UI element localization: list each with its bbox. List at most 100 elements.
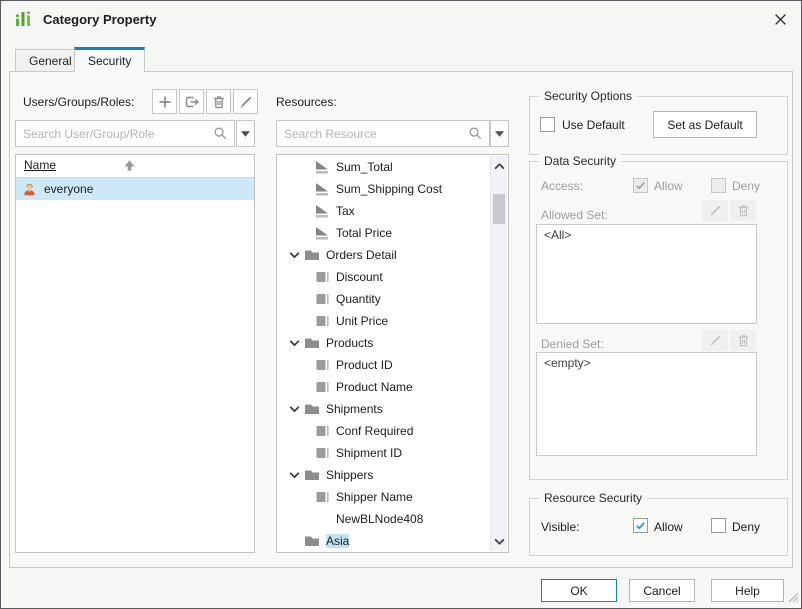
- user-icon: [22, 182, 37, 197]
- chevron-down-icon: [289, 470, 300, 481]
- tree-item-label: Shipment ID: [336, 446, 402, 460]
- chevron-down-icon[interactable]: [288, 470, 300, 481]
- column-icon: [314, 379, 330, 395]
- folder-icon: [304, 401, 320, 417]
- tree-item-label: Shippers: [326, 468, 373, 482]
- help-button[interactable]: Help: [711, 579, 784, 602]
- visible-deny-label: Deny: [732, 520, 760, 534]
- pencil-icon: [708, 333, 723, 348]
- denied-set-label: Denied Set:: [541, 337, 604, 351]
- user-row[interactable]: everyone: [16, 178, 254, 200]
- sort-ascending-icon[interactable]: [123, 159, 136, 175]
- close-icon[interactable]: [770, 10, 790, 28]
- users-list-rows: everyone: [16, 178, 254, 200]
- chevron-down-icon[interactable]: [288, 250, 300, 261]
- chevron-down-icon[interactable]: [288, 338, 300, 349]
- visible-label: Visible:: [541, 520, 579, 534]
- visible-deny-checkbox[interactable]: [711, 518, 726, 533]
- resources-label: Resources:: [276, 95, 337, 109]
- edit-user-button[interactable]: [233, 89, 258, 114]
- denied-set-box[interactable]: <empty>: [536, 352, 757, 456]
- access-deny-checkbox[interactable]: [711, 178, 726, 193]
- column-icon: [314, 445, 330, 461]
- caret-down-icon: [241, 131, 250, 137]
- tree-item[interactable]: Shipper Name: [278, 486, 490, 508]
- summary-icon: [314, 181, 330, 197]
- summary-icon: [314, 159, 330, 175]
- access-allow-checkbox[interactable]: [633, 178, 648, 193]
- name-column-header[interactable]: Name: [24, 158, 56, 172]
- pencil-icon: [708, 203, 723, 218]
- tree-item[interactable]: Tax: [278, 200, 490, 222]
- caret-down-icon: [495, 131, 504, 137]
- allowed-set-delete-button[interactable]: [730, 200, 756, 221]
- resource-search-box: [276, 120, 490, 147]
- tree-item[interactable]: Discount: [278, 266, 490, 288]
- resize-grip[interactable]: [787, 591, 799, 606]
- scroll-up-icon[interactable]: [491, 158, 507, 174]
- tab-security-label: Security: [88, 54, 131, 68]
- scroll-down-icon[interactable]: [491, 533, 507, 549]
- scrollbar-thumb[interactable]: [493, 194, 505, 224]
- delete-user-button[interactable]: [206, 89, 231, 114]
- tree-item[interactable]: Unit Price: [278, 310, 490, 332]
- check-icon: [635, 520, 646, 531]
- tree-item[interactable]: Product ID: [278, 354, 490, 376]
- denied-set-edit-button[interactable]: [702, 330, 728, 351]
- resource-search-dropdown-button[interactable]: [490, 120, 509, 147]
- denied-set-delete-button[interactable]: [730, 330, 756, 351]
- resource-search-input[interactable]: [277, 127, 468, 141]
- user-search-dropdown-button[interactable]: [236, 120, 255, 147]
- tree-scrollbar[interactable]: [490, 156, 507, 551]
- tree-item-label: Discount: [336, 270, 383, 284]
- tree-item[interactable]: Shippers: [278, 464, 490, 486]
- column-icon: [314, 489, 330, 505]
- tree-item[interactable]: Sum_Total: [278, 156, 490, 178]
- sum-icon: [314, 159, 330, 175]
- tree-item[interactable]: Orders Detail: [278, 244, 490, 266]
- tree-item[interactable]: Shipments: [278, 398, 490, 420]
- column-icon: [314, 313, 330, 329]
- tree-item[interactable]: Shipment ID: [278, 442, 490, 464]
- tab-general-label: General: [29, 54, 72, 68]
- use-default-checkbox[interactable]: [540, 117, 555, 132]
- check-icon: [635, 180, 646, 191]
- export-user-button[interactable]: [179, 89, 204, 114]
- visible-allow-checkbox[interactable]: [633, 518, 648, 533]
- tree-item[interactable]: Conf Required: [278, 420, 490, 442]
- tree-item[interactable]: Total Price: [278, 222, 490, 244]
- ok-button[interactable]: OK: [541, 579, 617, 602]
- user-icon: [22, 182, 37, 197]
- folder-icon: [304, 335, 320, 351]
- data-security-title: Data Security: [539, 154, 621, 168]
- visible-allow-label: Allow: [654, 520, 683, 534]
- tab-security[interactable]: Security: [74, 47, 145, 72]
- tree-item[interactable]: Sum_Shipping Cost: [278, 178, 490, 200]
- set-as-default-button[interactable]: Set as Default: [653, 111, 757, 138]
- user-search-input[interactable]: [16, 127, 213, 141]
- chevron-down-icon[interactable]: [288, 404, 300, 415]
- folder-icon: [304, 335, 320, 351]
- tree-item[interactable]: Products: [278, 332, 490, 354]
- tree-item[interactable]: Product Name: [278, 376, 490, 398]
- tree-item[interactable]: Quantity: [278, 288, 490, 310]
- security-options-title: Security Options: [539, 89, 637, 103]
- folder-icon: [304, 247, 320, 263]
- allowed-set-edit-button[interactable]: [702, 200, 728, 221]
- cancel-button[interactable]: Cancel: [629, 579, 695, 602]
- tree-item[interactable]: NewBLNode408: [278, 508, 490, 530]
- users-list-header[interactable]: Name: [16, 155, 254, 178]
- pencil-icon: [238, 94, 254, 110]
- column-icon: [314, 291, 330, 307]
- add-user-button[interactable]: [152, 89, 177, 114]
- folder-icon: [304, 533, 320, 549]
- column-icon: [314, 423, 330, 439]
- tree-item[interactable]: Asia: [278, 530, 490, 551]
- user-search-box: [15, 120, 235, 147]
- folder-icon: [304, 467, 320, 483]
- allowed-set-box[interactable]: <All>: [536, 224, 757, 324]
- tree-item-label: Product ID: [336, 358, 393, 372]
- summary-icon: [314, 225, 330, 241]
- column-icon: [314, 269, 330, 285]
- tree-item-label: Total Price: [336, 226, 392, 240]
